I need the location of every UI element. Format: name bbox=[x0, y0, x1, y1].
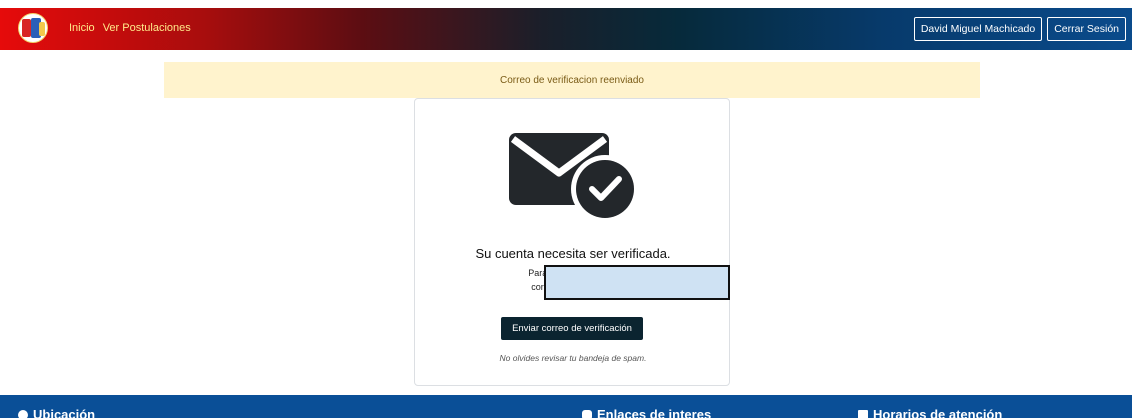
map-pin-icon bbox=[15, 407, 31, 418]
envelope-check-icon bbox=[509, 133, 639, 223]
alert-banner: Correo de verificacion reenviado bbox=[164, 62, 980, 98]
footer-section-title: Enlaces de interes bbox=[597, 407, 712, 418]
footer-section-title: Horarios de atención bbox=[873, 407, 1003, 418]
nav-link-ver-postulaciones[interactable]: Ver Postulaciones bbox=[103, 22, 191, 34]
nav-links: Inicio Ver Postulaciones bbox=[69, 22, 191, 34]
user-profile-button[interactable]: David Miguel Machicado bbox=[913, 17, 1043, 41]
footer-section-ubicacion: Ubicación bbox=[15, 407, 96, 418]
footer: Ubicación Enlaces de interes Horarios de… bbox=[0, 395, 1132, 418]
redaction-box bbox=[544, 265, 730, 300]
send-verification-email-button[interactable]: Enviar correo de verificación bbox=[501, 317, 643, 340]
footer-section-horarios: Horarios de atención bbox=[858, 407, 1002, 418]
top-navbar: Inicio Ver Postulaciones David Miguel Ma… bbox=[0, 8, 1132, 50]
link-icon bbox=[582, 409, 592, 418]
logout-button[interactable]: Cerrar Sesión bbox=[1047, 17, 1126, 41]
spam-note: No olvides revisar tu bandeja de spam. bbox=[499, 353, 647, 363]
card-title: Su cuenta necesita ser verificada. bbox=[475, 246, 671, 261]
nav-link-inicio[interactable]: Inicio bbox=[69, 22, 95, 34]
nav-right: David Miguel Machicado Cerrar Sesión bbox=[913, 17, 1126, 41]
footer-section-enlaces: Enlaces de interes bbox=[582, 407, 711, 418]
alert-message: Correo de verificacion reenviado bbox=[500, 74, 644, 86]
footer-section-title: Ubicación bbox=[33, 407, 96, 418]
verification-card: Su cuenta necesita ser verificada. Para … bbox=[414, 98, 730, 386]
calendar-icon bbox=[858, 409, 868, 418]
logo[interactable] bbox=[18, 13, 48, 43]
